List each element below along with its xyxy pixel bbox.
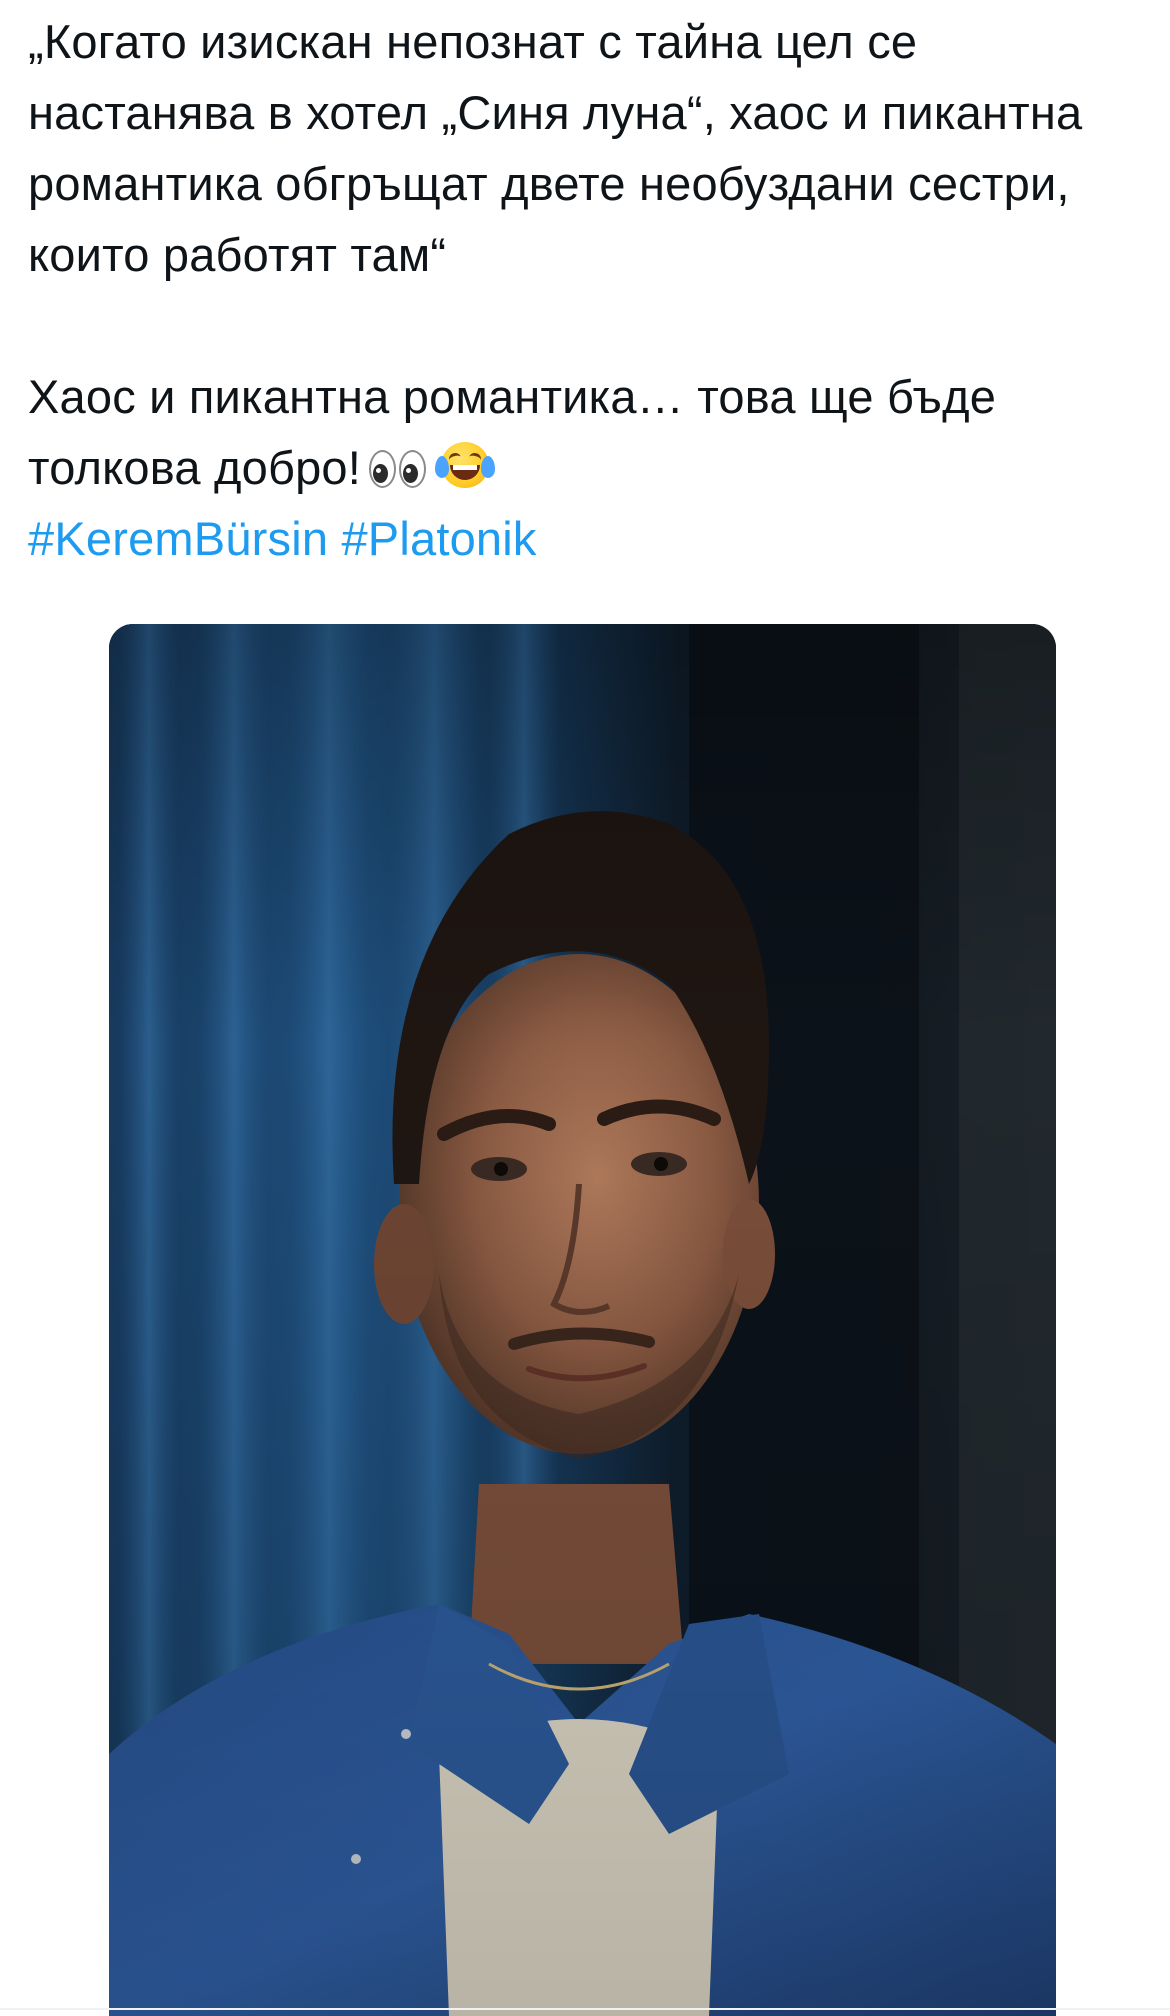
tweet-paragraph-2: Хаос и пикантна романтика… това ще бъде … [28,361,1138,503]
hashtag-link[interactable]: #Platonik [341,512,536,565]
hashtag-link[interactable]: #KeremBürsin [28,512,328,565]
tweet-text: „Когато изискан непознат с тайна цел се … [28,6,1138,574]
photo-of-man-in-blue-shirt [109,624,1056,2016]
tweet: „Когато изискан непознат с тайна цел се … [0,0,1170,2016]
tweet-paragraph-1: „Когато изискан непознат с тайна цел се … [28,15,1096,281]
eyes-icon [367,444,429,490]
tweet-media-image[interactable] [109,624,1056,2016]
laughing-with-tears-icon [435,440,496,490]
tweet-paragraph-2-text: Хаос и пикантна романтика… това ще бъде … [28,370,1010,494]
hashtag-list: #KeremBürsin #Platonik [28,503,1138,574]
divider [0,2008,1170,2010]
